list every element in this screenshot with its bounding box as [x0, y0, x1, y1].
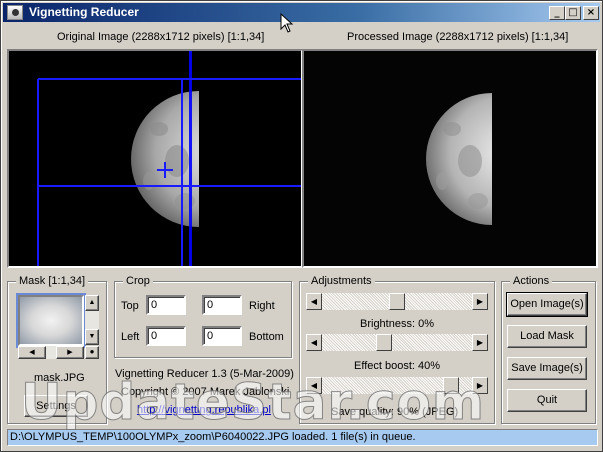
mask-scroll-track[interactable]: [85, 311, 99, 329]
processed-image-view[interactable]: [302, 49, 598, 268]
status-bar: D:\OLYMPUS_TEMP\100OLYMPx_zoom\P6040022.…: [7, 429, 598, 446]
slider-left-icon[interactable]: ◀: [306, 293, 322, 310]
window-title: Vignetting Reducer: [29, 5, 139, 19]
crop-bottom-label: Bottom: [249, 331, 284, 343]
original-moon-image: [9, 51, 301, 266]
homepage-link[interactable]: http://vignetting.republika.pl: [137, 403, 271, 417]
close-icon: ×: [586, 7, 596, 18]
mask-scroll-left[interactable]: ◀: [18, 346, 46, 359]
load-mask-button[interactable]: Load Mask: [507, 325, 587, 348]
scroll-down-icon: ▼: [88, 333, 96, 340]
mask-scroll-right[interactable]: ▶: [56, 346, 84, 359]
app-version-text: Vignetting Reducer 1.3 (5-Mar-2009): [115, 368, 294, 380]
scroll-left-icon: ◀: [29, 349, 35, 356]
save-images-button[interactable]: Save Image(s): [507, 357, 587, 380]
open-images-button[interactable]: Open Image(s): [506, 292, 588, 317]
mask-filename: mask.JPG: [34, 372, 85, 384]
maximize-icon: □: [568, 7, 578, 18]
main-window: Vignetting Reducer _ □ × Original Image …: [0, 0, 603, 452]
effect-boost-slider-track[interactable]: [322, 334, 472, 351]
crop-right-field[interactable]: 0: [202, 295, 242, 315]
close-button[interactable]: ×: [583, 6, 599, 20]
mask-group-label: Mask [1:1,34]: [16, 274, 89, 288]
mask-size-grip[interactable]: ●: [85, 346, 99, 359]
title-bar[interactable]: Vignetting Reducer _ □ ×: [3, 3, 600, 22]
crop-bottom-field[interactable]: 0: [202, 326, 242, 346]
crop-group-label: Crop: [123, 274, 153, 288]
brightness-slider-thumb[interactable]: [389, 293, 405, 310]
slider-left-icon[interactable]: ◀: [306, 334, 322, 351]
mask-hscroll-track[interactable]: [46, 346, 56, 359]
slider-left-icon[interactable]: ◀: [306, 377, 322, 394]
mask-preview[interactable]: [16, 293, 86, 348]
effect-boost-slider-thumb[interactable]: [375, 334, 392, 351]
app-icon[interactable]: [7, 5, 23, 20]
original-image-caption: Original Image (2288x1712 pixels) [1:1,3…: [57, 31, 265, 43]
crop-top-field[interactable]: 0: [146, 295, 186, 315]
copyright-text: Copyright © 2007 Marek Jablonski: [121, 386, 290, 398]
mask-scroll-up[interactable]: ▲: [85, 295, 99, 311]
effect-boost-slider[interactable]: ◀ ▶: [306, 334, 488, 351]
brightness-label: Brightness: 0%: [360, 318, 434, 330]
effect-boost-label: Effect boost: 40%: [354, 360, 441, 372]
scroll-right-icon: ▶: [67, 349, 73, 356]
crop-left-field[interactable]: 0: [146, 326, 186, 346]
quit-button[interactable]: Quit: [507, 389, 587, 412]
minimize-button[interactable]: _: [549, 6, 565, 20]
crop-top-label: Top: [121, 300, 139, 312]
maximize-button[interactable]: □: [565, 6, 581, 20]
processed-image-caption: Processed Image (2288x1712 pixels) [1:1,…: [347, 31, 569, 43]
original-image-view[interactable]: [7, 49, 303, 268]
mask-scroll-down[interactable]: ▼: [85, 329, 99, 345]
processed-moon-image: [304, 51, 596, 266]
slider-right-icon[interactable]: ▶: [472, 377, 488, 394]
crop-right-label: Right: [249, 300, 275, 312]
adjustments-group-label: Adjustments: [308, 274, 375, 288]
brightness-slider[interactable]: ◀ ▶: [306, 293, 488, 310]
save-quality-slider[interactable]: ◀ ▶: [306, 377, 488, 394]
actions-group-label: Actions: [510, 274, 553, 288]
slider-right-icon[interactable]: ▶: [472, 293, 488, 310]
scroll-up-icon: ▲: [88, 299, 96, 306]
slider-right-icon[interactable]: ▶: [472, 334, 488, 351]
settings-button[interactable]: Settings: [24, 395, 88, 417]
crop-left-label: Left: [121, 331, 140, 343]
arrow-cursor-icon: [280, 13, 294, 33]
save-quality-label: Save quality: 90% (JPEG): [331, 406, 459, 418]
minimize-icon: _: [554, 7, 560, 18]
save-quality-slider-thumb[interactable]: [442, 377, 459, 394]
crop-group: Crop: [114, 274, 292, 358]
